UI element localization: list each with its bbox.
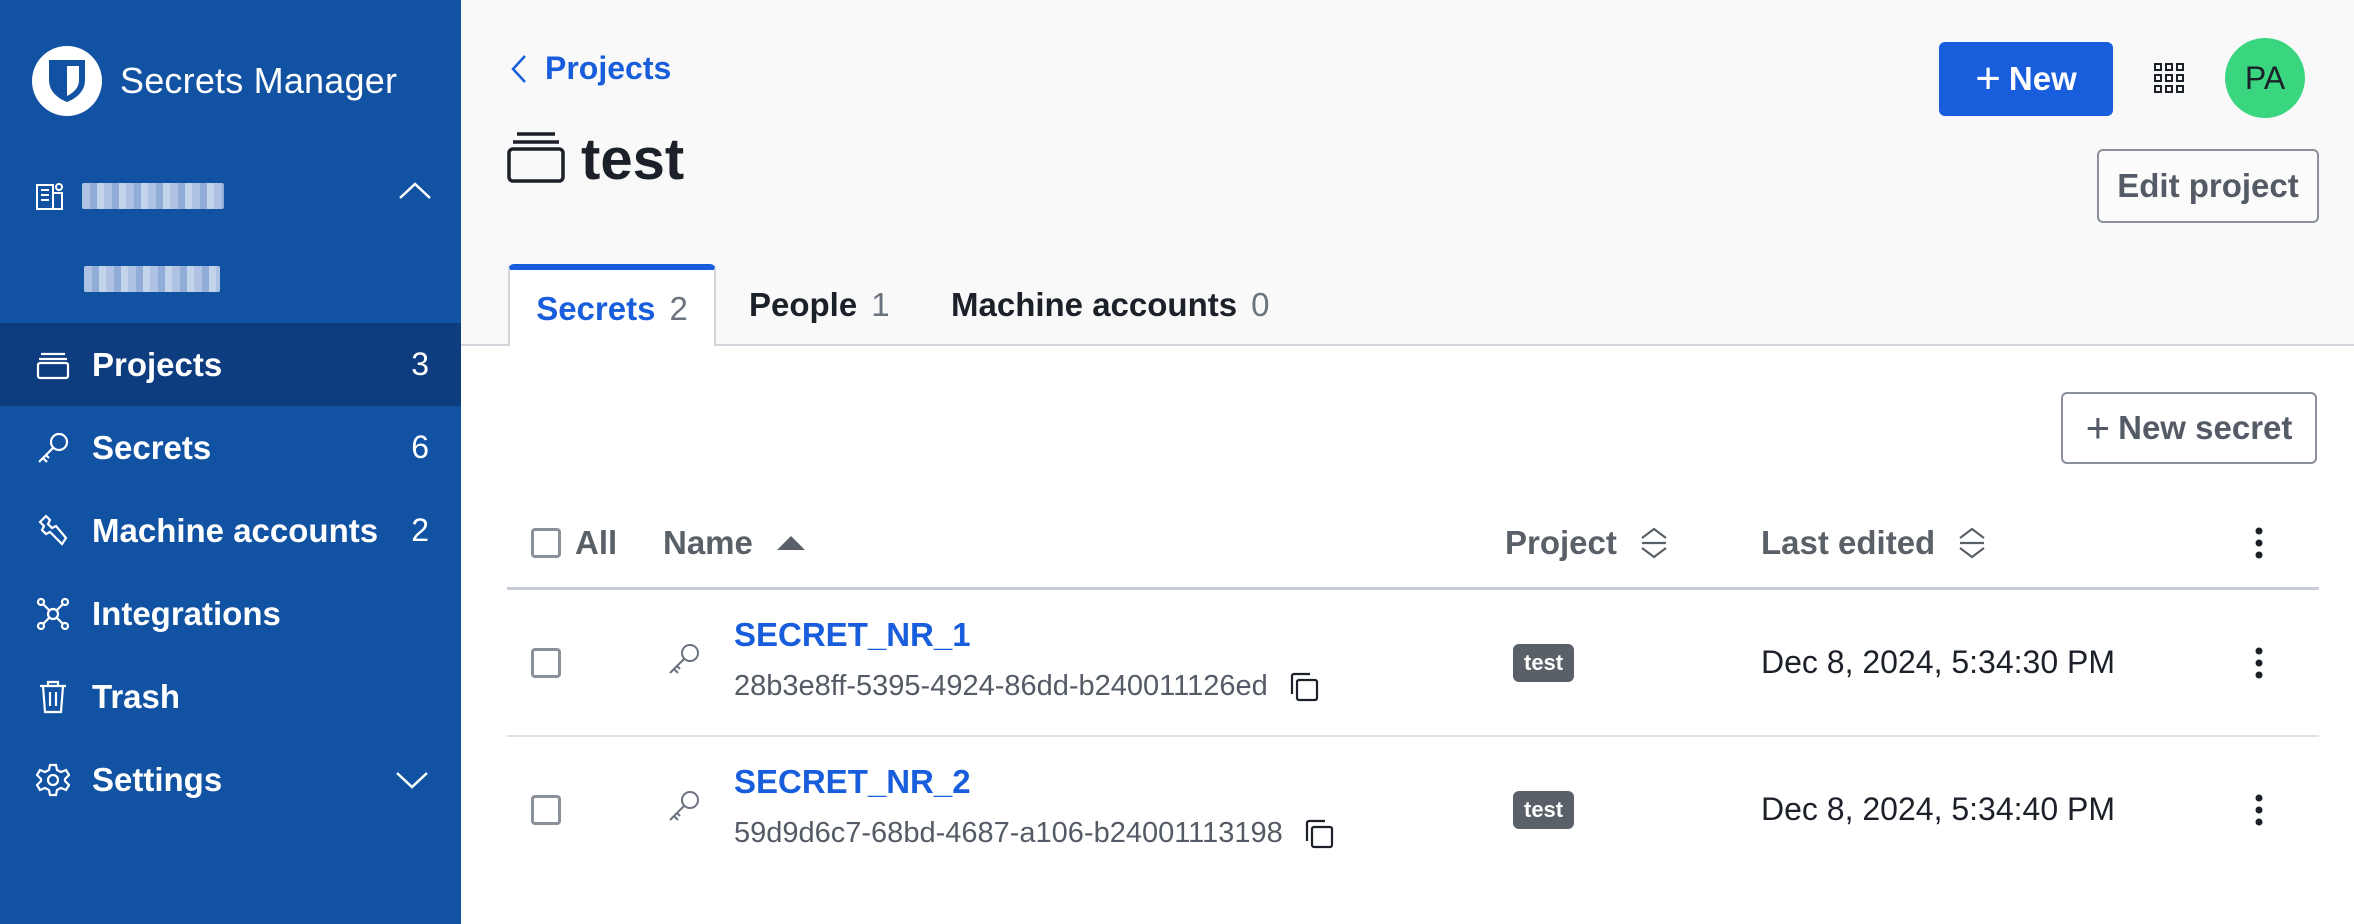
chevron-down-icon[interactable] xyxy=(395,761,429,799)
column-label: Last edited xyxy=(1761,524,1936,561)
tab-machine-accounts[interactable]: Machine accounts 0 xyxy=(951,264,1269,346)
apps-grid-icon[interactable] xyxy=(2153,62,2185,99)
column-header-project[interactable]: Project xyxy=(1505,496,1669,590)
key-icon xyxy=(34,429,72,467)
breadcrumb-link[interactable]: Projects xyxy=(545,50,671,87)
page-title-row: test xyxy=(507,126,684,193)
org-name-redacted xyxy=(82,183,224,209)
new-secret-label: New secret xyxy=(2118,409,2293,446)
projects-icon xyxy=(34,346,72,384)
column-label: Name xyxy=(663,524,753,561)
sort-ascending-icon xyxy=(776,536,805,550)
sidebar-item-label: Secrets xyxy=(92,428,212,466)
new-button-label: New xyxy=(2008,60,2077,97)
secrets-panel: + New secret All Name Project Last edite… xyxy=(461,346,2354,924)
plus-icon: + xyxy=(1975,54,2001,103)
organization-icon xyxy=(32,178,68,214)
trash-icon xyxy=(34,678,72,716)
sidebar-item-secrets[interactable]: Secrets 6 xyxy=(0,406,461,489)
tab-secrets[interactable]: Secrets 2 xyxy=(508,264,716,348)
row-options-icon[interactable] xyxy=(2255,647,2263,684)
last-edited-date: Dec 8, 2024, 5:34:30 PM xyxy=(1761,644,2115,680)
secret-id: 59d9d6c7-68bd-4687-a106-b24001113198 xyxy=(734,817,1335,850)
select-all[interactable]: All xyxy=(531,496,617,590)
copy-icon[interactable] xyxy=(1303,818,1335,850)
sidebar-item-settings[interactable]: Settings xyxy=(0,738,461,821)
sort-icon xyxy=(1959,527,1985,559)
column-label: Project xyxy=(1505,524,1617,561)
sidebar-nav: Projects 3 Secrets 6 Machine accounts 2 … xyxy=(0,323,461,821)
new-button[interactable]: + New xyxy=(1939,42,2113,116)
last-edited-date: Dec 8, 2024, 5:34:40 PM xyxy=(1761,791,2115,827)
brand-name: Secrets Manager xyxy=(120,60,398,101)
table-row: SECRET_NR_2 59d9d6c7-68bd-4687-a106-b240… xyxy=(507,737,2319,884)
secret-id: 28b3e8ff-5395-4924-86dd-b240011126ed xyxy=(734,670,1320,703)
gear-icon xyxy=(34,761,72,799)
row-options-icon[interactable] xyxy=(2255,794,2263,831)
avatar[interactable]: PA xyxy=(2225,38,2305,118)
sidebar-item-label: Settings xyxy=(92,760,223,798)
project-badge[interactable]: test xyxy=(1513,791,1575,829)
wrench-icon xyxy=(34,512,72,550)
main-content: Projects test + New PA Edit project Secr… xyxy=(461,0,2354,924)
column-header-last-edited[interactable]: Last edited xyxy=(1761,496,1987,590)
key-icon xyxy=(667,642,701,681)
sidebar-item-label: Machine accounts xyxy=(92,511,379,549)
select-all-checkbox[interactable] xyxy=(531,528,561,558)
column-header-name[interactable]: Name xyxy=(663,496,807,590)
tab-label: Machine accounts xyxy=(951,286,1238,323)
tab-count: 2 xyxy=(669,290,688,327)
page-title: test xyxy=(581,127,685,192)
sidebar-item-projects[interactable]: Projects 3 xyxy=(0,323,461,406)
sidebar-item-count: 6 xyxy=(411,429,429,465)
table-options-icon[interactable] xyxy=(2255,496,2263,590)
bitwarden-shield-icon xyxy=(32,46,102,116)
sidebar: Secrets Manager Projects 3 Secrets 6 Mac… xyxy=(0,0,461,924)
projects-icon xyxy=(507,130,565,189)
sort-icon xyxy=(1641,527,1667,559)
sidebar-item-machine-accounts[interactable]: Machine accounts 2 xyxy=(0,489,461,572)
table-row: SECRET_NR_1 28b3e8ff-5395-4924-86dd-b240… xyxy=(507,590,2319,737)
copy-icon[interactable] xyxy=(1288,671,1320,703)
chevron-up-icon[interactable] xyxy=(398,180,432,205)
sidebar-item-trash[interactable]: Trash xyxy=(0,655,461,738)
new-secret-button[interactable]: + New secret xyxy=(2061,392,2317,464)
tab-bar: Secrets 2 People 1 Machine accounts 0 xyxy=(461,264,2354,348)
brand[interactable]: Secrets Manager xyxy=(32,46,397,116)
sidebar-item-integrations[interactable]: Integrations xyxy=(0,572,461,655)
sidebar-item-label: Projects xyxy=(92,345,223,383)
tab-label: People xyxy=(749,286,858,323)
tab-count: 0 xyxy=(1251,286,1270,323)
tab-people[interactable]: People 1 xyxy=(749,264,890,346)
secret-id-text: 28b3e8ff-5395-4924-86dd-b240011126ed xyxy=(734,670,1268,702)
org-sub-item-redacted[interactable] xyxy=(84,266,220,297)
plus-icon: + xyxy=(2085,404,2111,451)
tab-count: 1 xyxy=(871,286,890,323)
sidebar-item-count: 2 xyxy=(411,512,429,548)
org-switcher[interactable] xyxy=(32,176,432,216)
secret-id-text: 59d9d6c7-68bd-4687-a106-b24001113198 xyxy=(734,817,1283,849)
key-icon xyxy=(667,789,701,828)
project-badge[interactable]: test xyxy=(1513,644,1575,682)
breadcrumb[interactable]: Projects xyxy=(511,50,671,87)
table-header: All Name Project Last edited xyxy=(507,496,2319,590)
edit-project-button[interactable]: Edit project xyxy=(2097,149,2319,223)
secret-name-link[interactable]: SECRET_NR_1 xyxy=(734,616,971,654)
row-checkbox[interactable] xyxy=(531,795,561,825)
row-checkbox[interactable] xyxy=(531,648,561,678)
sidebar-item-label: Trash xyxy=(92,677,181,715)
secret-name-link[interactable]: SECRET_NR_2 xyxy=(734,763,971,801)
tab-label: Secrets xyxy=(536,290,656,327)
sidebar-item-label: Integrations xyxy=(92,594,281,632)
sidebar-item-count: 3 xyxy=(411,346,429,382)
integrations-icon xyxy=(34,595,72,633)
chevron-left-icon xyxy=(511,54,526,83)
select-all-label: All xyxy=(575,524,618,561)
